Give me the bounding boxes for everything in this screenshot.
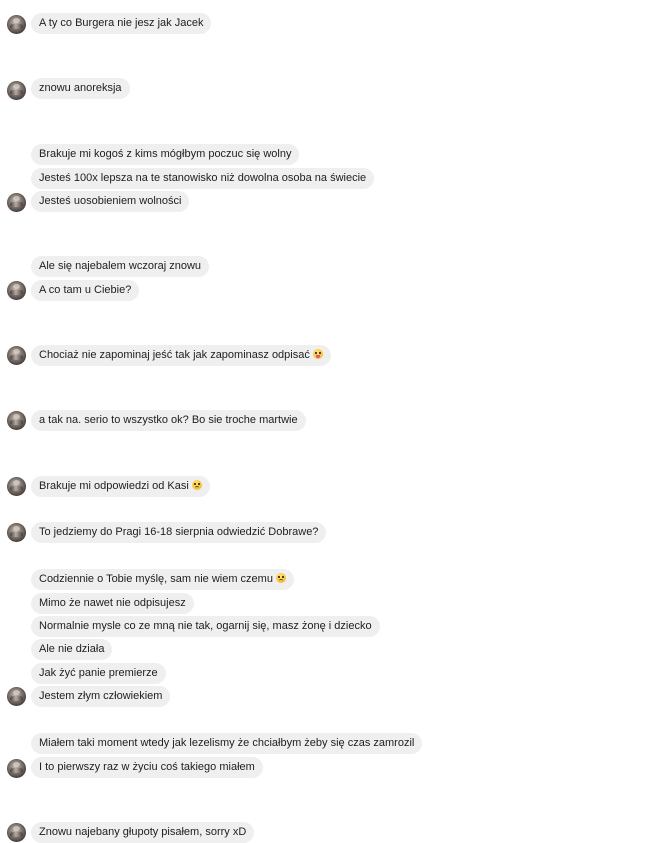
message-bubble[interactable]: znowu anoreksja [31, 78, 130, 99]
sender-avatar[interactable] [7, 346, 26, 365]
message-text: Normalnie mysle co ze mną nie tak, ogarn… [39, 620, 372, 632]
sender-avatar[interactable] [7, 759, 26, 778]
face-with-tongue-icon [312, 349, 323, 359]
chat-transcript: A ty co Burgera nie jesz jak Jacek znowu … [0, 0, 665, 843]
message-bubble[interactable]: Chociaż nie zapominaj jeść tak jak zapom… [31, 345, 331, 366]
message-bubble[interactable]: Codziennie o Tobie myślę, sam nie wiem c… [31, 569, 294, 590]
message-text: A ty co Burgera nie jesz jak Jacek [39, 17, 204, 29]
message-text: Jak żyć panie premierze [39, 667, 158, 679]
disappointed-face-icon [275, 573, 286, 583]
message-bubble[interactable]: Mimo że nawet nie odpisujesz [31, 593, 194, 614]
message-bubble[interactable]: Normalnie mysle co ze mną nie tak, ogarn… [31, 616, 380, 637]
sender-avatar[interactable] [7, 81, 26, 100]
message-text: Ale nie działa [39, 643, 105, 655]
message-text: I to pierwszy raz w życiu coś takiego mi… [39, 761, 255, 773]
message-bubble[interactable]: Jesteś 100x lepsza na te stanowisko niż … [31, 168, 375, 189]
message-bubble[interactable]: I to pierwszy raz w życiu coś takiego mi… [31, 757, 263, 778]
message-bubble[interactable]: Brakuje mi odpowiedzi od Kasi [31, 476, 210, 497]
message-text: Jestem złym człowiekiem [39, 690, 163, 702]
sender-avatar[interactable] [7, 687, 26, 706]
message-bubble[interactable]: Jestem złym człowiekiem [31, 686, 171, 707]
message-bubble[interactable]: Znowu najebany głupoty pisałem, sorry xD [31, 822, 255, 843]
message-text: To jedziemy do Pragi 16-18 sierpnia odwi… [39, 526, 319, 538]
sender-avatar[interactable] [7, 281, 26, 300]
message-text: Mimo że nawet nie odpisujesz [39, 597, 186, 609]
message-bubble[interactable]: Jesteś uosobieniem wolności [31, 191, 190, 212]
message-text: Jesteś 100x lepsza na te stanowisko niż … [39, 172, 367, 184]
message-text: Chociaż nie zapominaj jeść tak jak zapom… [39, 349, 310, 361]
sender-avatar[interactable] [7, 477, 26, 496]
message-bubble[interactable]: Miałem taki moment wtedy jak lezelismy ż… [31, 733, 423, 754]
message-text: A co tam u Ciebie? [39, 284, 132, 296]
message-bubble[interactable]: Jak żyć panie premierze [31, 663, 166, 684]
sender-avatar[interactable] [7, 15, 26, 34]
disappointed-face-icon [191, 480, 202, 490]
message-bubble[interactable]: a tak na. serio to wszystko ok? Bo sie t… [31, 410, 306, 431]
message-bubble[interactable]: To jedziemy do Pragi 16-18 sierpnia odwi… [31, 522, 327, 543]
message-text: Brakuje mi kogoś z kims mógłbym poczuc s… [39, 148, 292, 160]
message-bubble[interactable]: Ale się najebalem wczoraj znowu [31, 256, 210, 277]
message-text: Jesteś uosobieniem wolności [39, 195, 182, 207]
message-bubble[interactable]: A co tam u Ciebie? [31, 280, 140, 301]
message-text: Miałem taki moment wtedy jak lezelismy ż… [39, 737, 415, 749]
message-text: a tak na. serio to wszystko ok? Bo sie t… [39, 414, 298, 426]
message-bubble[interactable]: Ale nie działa [31, 639, 113, 660]
message-bubble[interactable]: A ty co Burgera nie jesz jak Jacek [31, 13, 212, 34]
message-text: Codziennie o Tobie myślę, sam nie wiem c… [39, 573, 273, 585]
sender-avatar[interactable] [7, 823, 26, 842]
message-text: Brakuje mi odpowiedzi od Kasi [39, 480, 189, 492]
sender-avatar[interactable] [7, 523, 26, 542]
sender-avatar[interactable] [7, 193, 26, 212]
message-bubble[interactable]: Brakuje mi kogoś z kims mógłbym poczuc s… [31, 144, 300, 165]
sender-avatar[interactable] [7, 411, 26, 430]
message-text: Ale się najebalem wczoraj znowu [39, 260, 202, 272]
message-text: znowu anoreksja [39, 82, 122, 94]
message-text: Znowu najebany głupoty pisałem, sorry xD [39, 826, 247, 838]
